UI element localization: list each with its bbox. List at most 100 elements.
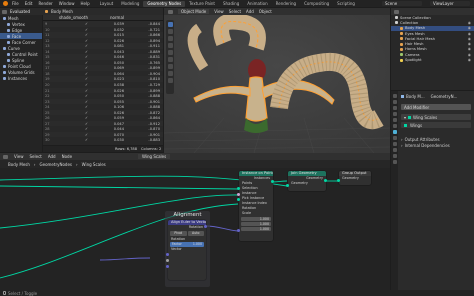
rotate-icon[interactable] bbox=[167, 43, 173, 48]
object-mode-dropdown[interactable]: Object Mode bbox=[178, 9, 210, 14]
measure-icon[interactable] bbox=[167, 71, 173, 76]
tab-texture-paint[interactable]: Texture Paint bbox=[185, 1, 219, 7]
visibility-eye-icon[interactable]: ◉ bbox=[468, 53, 471, 57]
domain-item[interactable]: Instances bbox=[0, 75, 42, 81]
menu-window[interactable]: Window bbox=[59, 1, 75, 6]
node-group-field[interactable]: Wings bbox=[401, 122, 471, 128]
viewport-menu-add[interactable]: Add bbox=[246, 9, 254, 14]
3d-viewport[interactable] bbox=[164, 8, 390, 153]
instance-on-points-node[interactable]: Instance on Points Instances Points Sele… bbox=[239, 171, 273, 241]
particles-tab-icon[interactable] bbox=[392, 136, 397, 140]
menu-render[interactable]: Render bbox=[38, 1, 52, 6]
node-menu-node[interactable]: Node bbox=[62, 154, 72, 159]
add-modifier-button[interactable]: Add Modifier bbox=[401, 104, 471, 110]
instance-selection-socket[interactable] bbox=[237, 193, 240, 196]
annotate-icon[interactable] bbox=[167, 64, 173, 69]
modifier-tab-icon[interactable] bbox=[392, 130, 397, 134]
material-tab-icon[interactable] bbox=[392, 160, 397, 164]
chevron-right-icon: › bbox=[401, 142, 403, 148]
tab-rendering[interactable]: Rendering bbox=[272, 1, 300, 7]
node-editor-canvas[interactable]: Alignment Align Euler to Vector Rotation… bbox=[0, 168, 390, 290]
tab-modeling[interactable]: Modeling bbox=[117, 1, 143, 7]
viewport-menu-view[interactable]: View bbox=[214, 9, 224, 14]
align-rotation-in-socket[interactable] bbox=[166, 253, 169, 256]
menu-edit[interactable]: Edit bbox=[25, 1, 33, 6]
align-factor-in-socket[interactable] bbox=[166, 259, 169, 262]
move-icon[interactable] bbox=[167, 36, 173, 41]
instance-points-socket[interactable] bbox=[237, 187, 240, 190]
scale-x-field[interactable]: 1.000 bbox=[241, 216, 271, 221]
group-output-node[interactable]: Group Output Geometry bbox=[339, 171, 371, 185]
modifier-collapse-icon[interactable]: ▾ bbox=[404, 115, 406, 120]
render-tab-icon[interactable] bbox=[392, 100, 397, 104]
scene-selector[interactable]: Scene bbox=[382, 1, 422, 6]
viewport-menu-select[interactable]: Select bbox=[229, 9, 241, 14]
blender-logo-icon[interactable] bbox=[3, 1, 8, 6]
select-icon[interactable] bbox=[167, 22, 173, 27]
instance-out-socket[interactable] bbox=[271, 180, 274, 183]
pivot-button[interactable]: Pivot bbox=[170, 231, 187, 236]
tab-compositing[interactable]: Compositing bbox=[300, 1, 333, 7]
spreadsheet-table[interactable]: shade_smooth normal 9 ✓ 0.039 -0.844 10 ✓ 0.03… bbox=[43, 15, 163, 145]
evaluated-toggle[interactable]: Evaluated bbox=[10, 9, 30, 14]
transform-icon[interactable] bbox=[167, 57, 173, 62]
tab-layout[interactable]: Layout bbox=[96, 1, 118, 7]
view-layer-selector[interactable]: ViewLayer bbox=[430, 1, 470, 6]
join-in-socket[interactable] bbox=[286, 184, 289, 187]
tab-scripting[interactable]: Scripting bbox=[333, 1, 359, 7]
viewport-menu-object[interactable]: Object bbox=[259, 9, 272, 14]
visibility-eye-icon[interactable]: ◉ bbox=[468, 32, 471, 36]
instance-instance-socket[interactable] bbox=[237, 198, 240, 201]
add-cube-icon[interactable] bbox=[167, 78, 173, 83]
column-header-shade-smooth[interactable]: shade_smooth bbox=[55, 15, 91, 20]
visibility-eye-icon[interactable]: ◉ bbox=[468, 26, 471, 30]
domain-icon bbox=[7, 22, 10, 26]
column-header-normal-y[interactable] bbox=[127, 15, 163, 20]
visibility-eye-icon[interactable]: ◉ bbox=[468, 47, 471, 51]
column-header-normal[interactable]: normal bbox=[91, 15, 127, 20]
modifier-name-field[interactable]: ▾ Wing Scales bbox=[401, 114, 471, 120]
outliner-editor-icon[interactable] bbox=[394, 9, 399, 14]
domain-label: Control Point bbox=[12, 51, 38, 57]
world-tab-icon[interactable] bbox=[392, 118, 397, 122]
physics-tab-icon[interactable] bbox=[392, 142, 397, 146]
menu-file[interactable]: File bbox=[12, 1, 19, 6]
instance-rotation-socket[interactable] bbox=[237, 229, 240, 232]
outliner-item[interactable]: Spotlight ◉ bbox=[391, 57, 474, 62]
internal-dependencies-panel[interactable]: › Internal Dependencies bbox=[399, 142, 473, 148]
menu-help[interactable]: Help bbox=[80, 1, 89, 6]
tab-geometry-nodes[interactable]: Geometry Nodes bbox=[143, 0, 186, 7]
group-output-in-socket[interactable] bbox=[337, 179, 340, 182]
spreadsheet-editor-icon[interactable] bbox=[2, 9, 7, 14]
data-tab-icon[interactable] bbox=[392, 154, 397, 158]
node-tree-selector[interactable]: Wing Scales bbox=[138, 154, 171, 159]
object-tab-icon[interactable] bbox=[392, 124, 397, 128]
auto-button[interactable]: Auto bbox=[187, 231, 204, 236]
join-out-socket[interactable] bbox=[324, 179, 327, 182]
node-menu-select[interactable]: Select bbox=[30, 154, 42, 159]
cursor-icon[interactable] bbox=[167, 29, 173, 34]
tab-animation[interactable]: Animation bbox=[243, 1, 271, 7]
visibility-eye-icon[interactable]: ◉ bbox=[468, 58, 471, 62]
scene-tab-icon[interactable] bbox=[392, 112, 397, 116]
visibility-eye-icon[interactable]: ◉ bbox=[468, 37, 471, 41]
constraints-tab-icon[interactable] bbox=[392, 148, 397, 152]
factor-field[interactable]: Factor 1.000 bbox=[170, 242, 204, 247]
tool-tab-icon[interactable] bbox=[392, 94, 397, 98]
node-menu-add[interactable]: Add bbox=[48, 154, 56, 159]
node-menu-view[interactable]: View bbox=[14, 154, 24, 159]
scale-z-field[interactable]: 1.000 bbox=[241, 226, 271, 231]
output-tab-icon[interactable] bbox=[392, 106, 397, 110]
visibility-eye-icon[interactable]: ◉ bbox=[468, 21, 471, 25]
align-rotation-out-socket[interactable] bbox=[204, 225, 207, 228]
join-geometry-node[interactable]: Join Geometry Geometry Geometry bbox=[288, 171, 326, 191]
align-euler-node[interactable]: Align Euler to Vector Rotation Pivot Aut… bbox=[168, 220, 206, 280]
viewport-editor-icon[interactable] bbox=[168, 9, 173, 14]
align-vector-in-socket[interactable] bbox=[166, 265, 169, 268]
scale-y-field[interactable]: 1.000 bbox=[241, 221, 271, 226]
tab-shading[interactable]: Shading bbox=[219, 1, 243, 7]
node-editor-icon[interactable] bbox=[3, 154, 8, 159]
scale-icon[interactable] bbox=[167, 50, 173, 55]
visibility-eye-icon[interactable]: ◉ bbox=[468, 42, 471, 46]
domain-label: Vertex bbox=[12, 21, 25, 27]
